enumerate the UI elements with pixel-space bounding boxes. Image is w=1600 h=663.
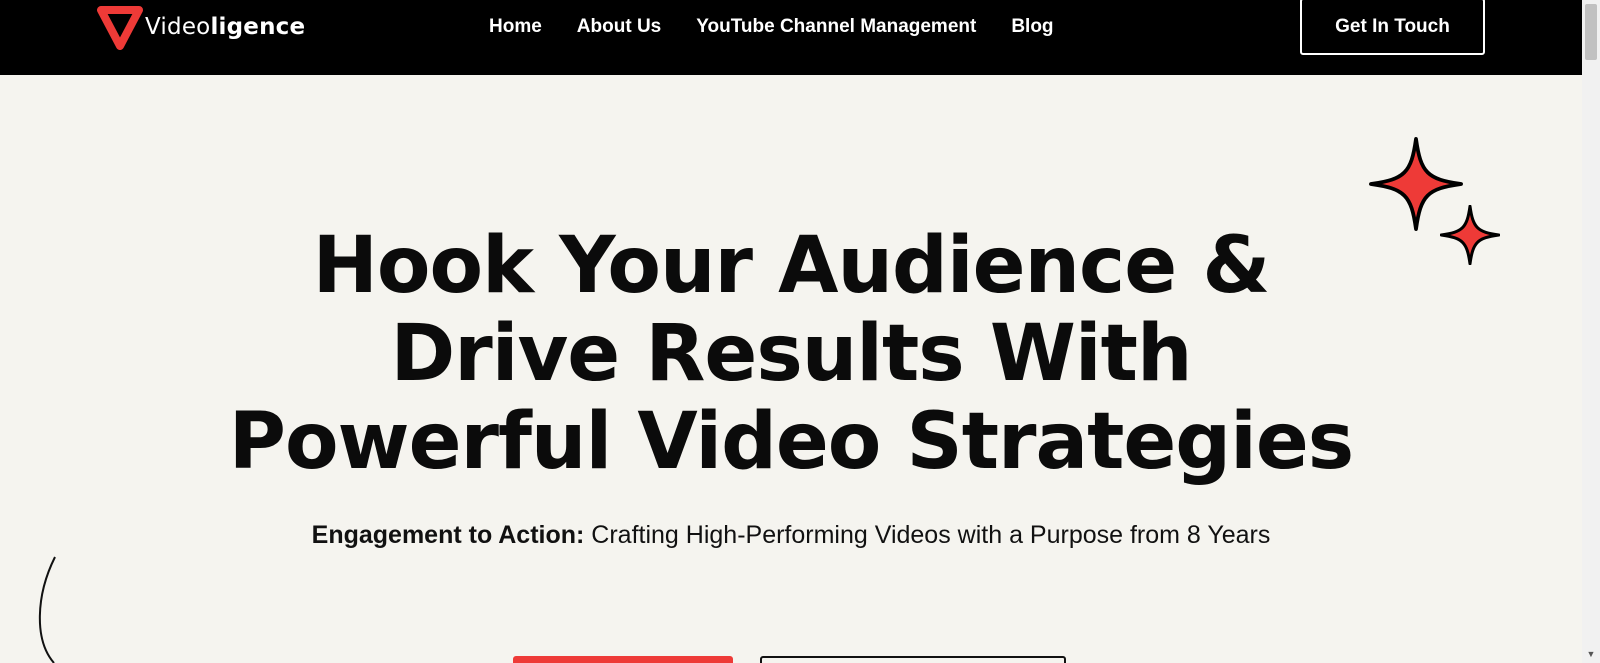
- hero-headline-line-3: Powerful Video Strategies: [228, 397, 1354, 487]
- hero-subline: Engagement to Action: Crafting High-Perf…: [0, 521, 1582, 550]
- nav-about-us[interactable]: About Us: [577, 14, 661, 40]
- nav-home[interactable]: Home: [489, 14, 542, 40]
- page: Videoligence Home About Us YouTube Chann…: [0, 0, 1600, 663]
- scrollbar-thumb[interactable]: [1585, 4, 1597, 60]
- brand-name-part2: ligence: [210, 14, 306, 40]
- hero-headline: Hook Your Audience & Drive Results With …: [0, 222, 1582, 486]
- secondary-cta-button[interactable]: [760, 656, 1066, 663]
- hero-subline-bold: Engagement to Action:: [311, 521, 585, 549]
- hero-headline-line-1: Hook Your Audience &: [312, 221, 1271, 311]
- brand-name-part1: Video: [145, 14, 211, 40]
- brand-name: Videoligence: [145, 14, 305, 40]
- scroll-down-arrow-icon[interactable]: ▼: [1582, 645, 1600, 663]
- primary-cta-button[interactable]: [513, 656, 733, 663]
- brand-logo[interactable]: Videoligence: [97, 4, 305, 50]
- get-in-touch-button[interactable]: Get In Touch: [1300, 0, 1485, 55]
- curve-line-decoration: [38, 556, 56, 663]
- hero-subline-text: Crafting High-Performing Videos with a P…: [584, 521, 1271, 549]
- nav-youtube-channel-management[interactable]: YouTube Channel Management: [696, 14, 976, 40]
- page-scrollbar[interactable]: ▼: [1582, 0, 1600, 663]
- site-header: Videoligence Home About Us YouTube Chann…: [0, 0, 1582, 75]
- hero-headline-line-2: Drive Results With: [390, 309, 1193, 399]
- play-triangle-logo-icon: [97, 6, 143, 50]
- nav-blog[interactable]: Blog: [1011, 14, 1053, 40]
- main-nav: Home About Us YouTube Channel Management…: [489, 14, 1089, 40]
